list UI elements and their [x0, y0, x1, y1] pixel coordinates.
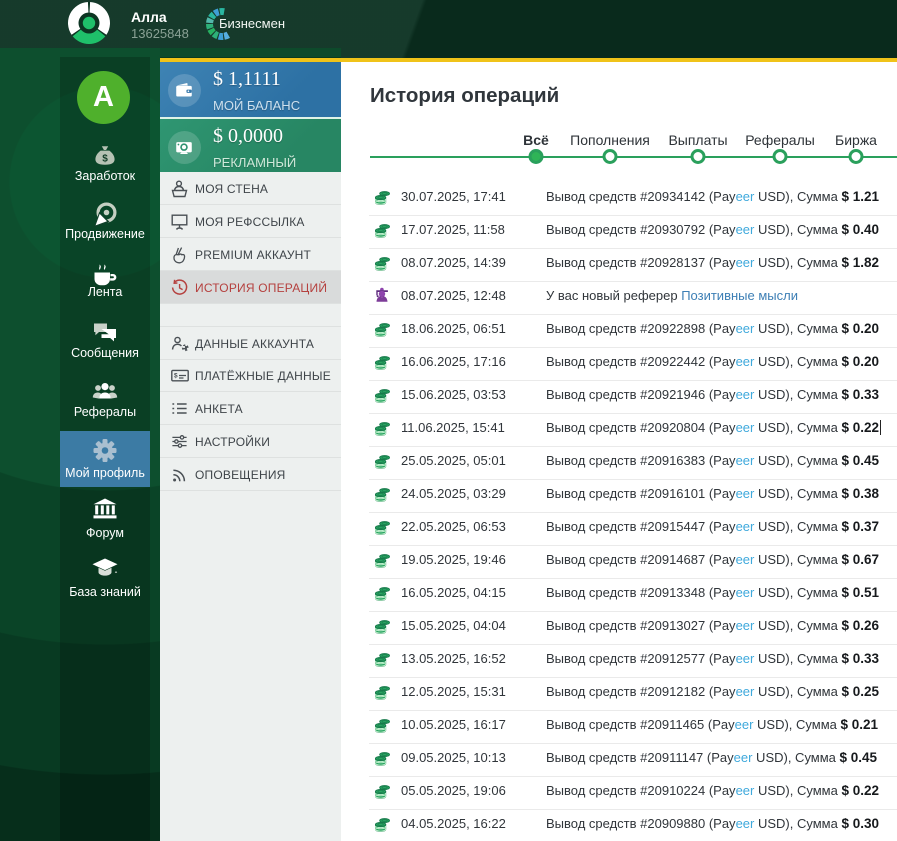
- svg-text:$: $: [102, 154, 108, 165]
- svg-text:$: $: [174, 373, 178, 380]
